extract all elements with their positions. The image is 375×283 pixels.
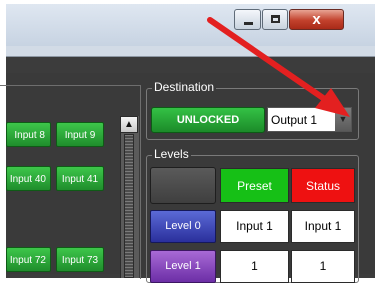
annotation-arrow <box>207 17 350 117</box>
